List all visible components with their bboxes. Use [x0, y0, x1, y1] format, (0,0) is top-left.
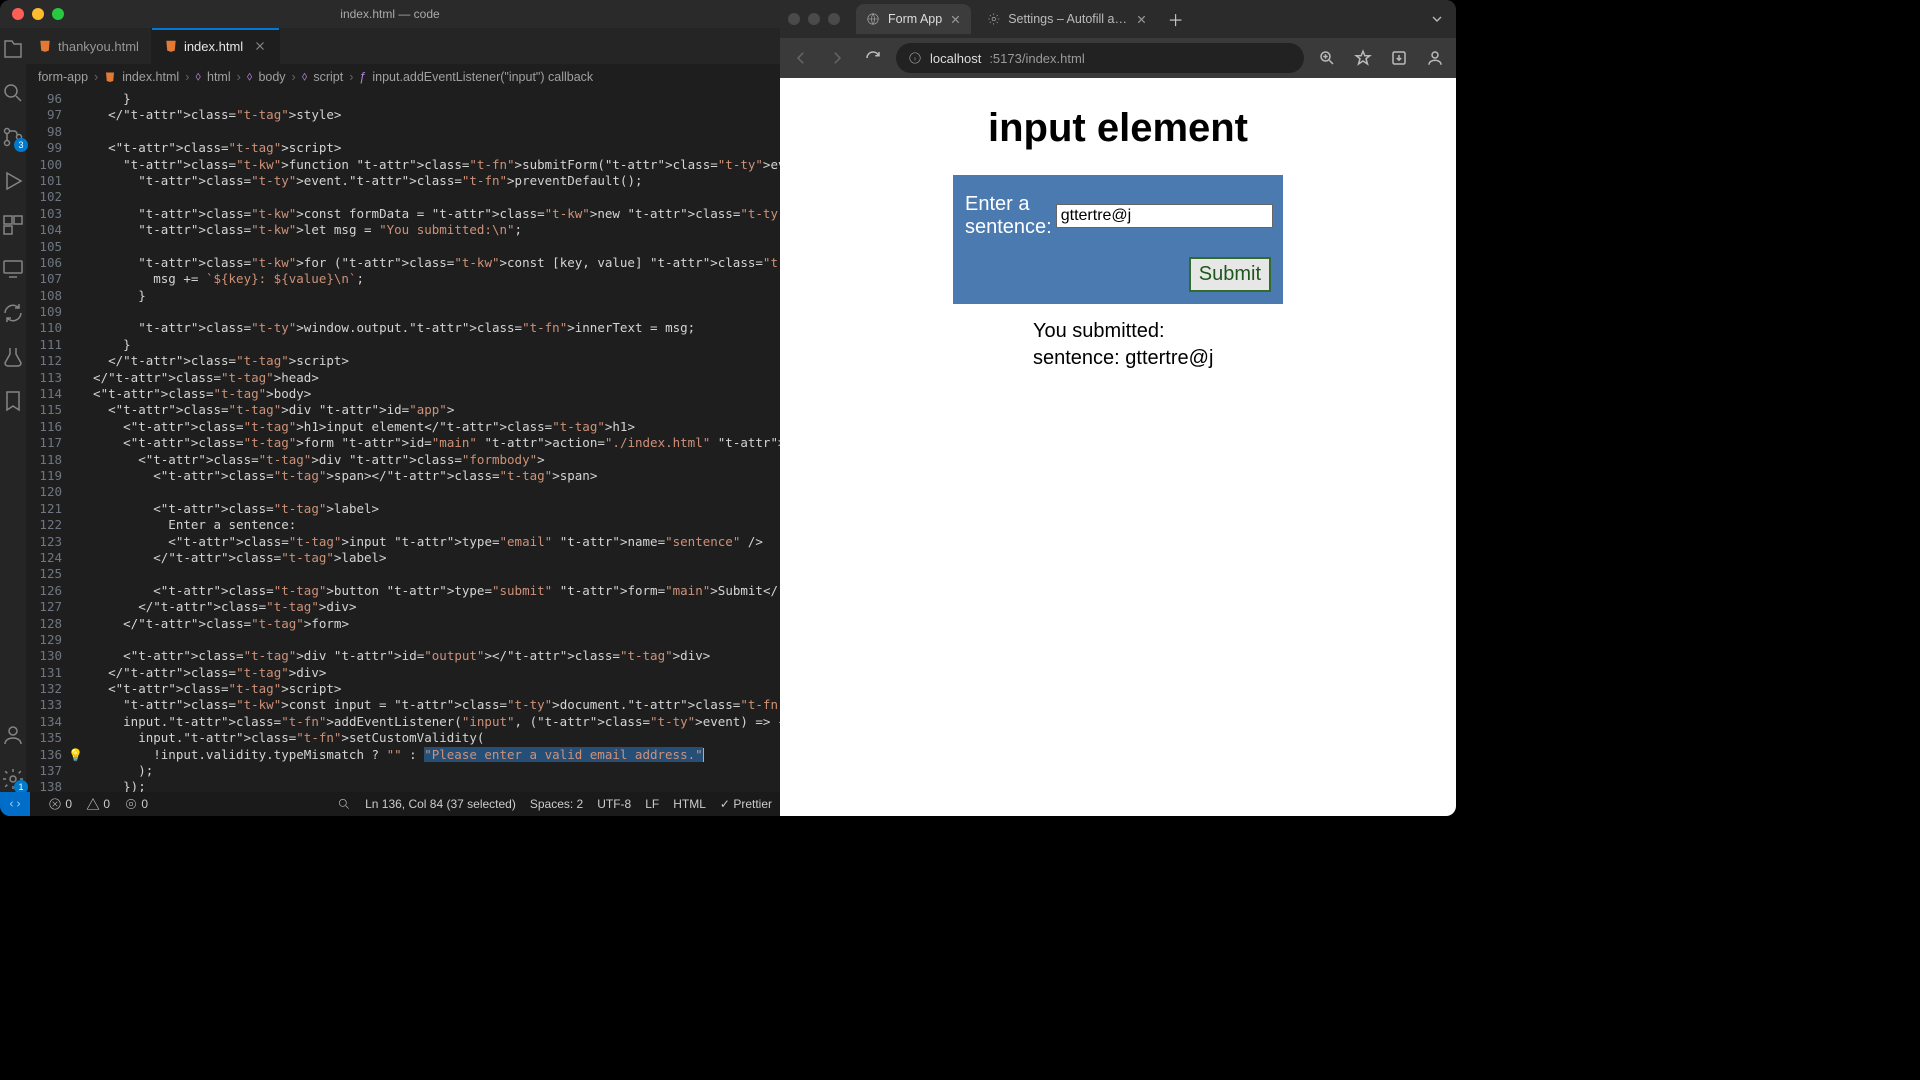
status-spaces[interactable]: Spaces: 2	[530, 797, 583, 811]
lightbulb-icon[interactable]: 💡	[68, 747, 83, 763]
editor-tabs: thankyou.html index.html	[26, 28, 780, 64]
status-eol[interactable]: LF	[645, 797, 659, 811]
zoom-icon[interactable]	[1314, 45, 1340, 71]
back-button[interactable]	[788, 45, 814, 71]
minimize-window-button[interactable]	[808, 13, 820, 25]
output-text: You submitted: sentence: gttertre@j	[953, 318, 1283, 372]
form-container: Enter a sentence: Submit	[953, 175, 1283, 304]
vscode-body: 3 1 thankyou.html index.html	[0, 28, 780, 792]
vscode-window: index.html — code 3 1 thankyou.html	[0, 0, 780, 816]
status-search[interactable]	[337, 797, 351, 812]
run-debug-icon[interactable]	[0, 168, 26, 194]
accounts-icon[interactable]	[0, 722, 26, 748]
output-line: You submitted:	[1033, 318, 1283, 345]
tab-label: Settings – Autofill and passw	[1008, 12, 1128, 26]
breadcrumbs[interactable]: form-app› index.html› ⬨html› ⬨body› ⬨scr…	[26, 64, 780, 90]
activity-bar: 3 1	[0, 28, 26, 792]
maximize-window-button[interactable]	[828, 13, 840, 25]
crumb[interactable]: form-app	[38, 70, 88, 84]
settings-gear-icon[interactable]: 1	[0, 766, 26, 792]
status-warnings[interactable]: 0	[86, 797, 110, 812]
tab-thankyou[interactable]: thankyou.html	[26, 28, 152, 64]
html-file-icon	[38, 39, 52, 53]
explorer-icon[interactable]	[0, 36, 26, 62]
url-host: localhost	[930, 51, 981, 66]
window-controls	[788, 13, 840, 25]
site-info-icon[interactable]	[908, 51, 922, 65]
address-bar[interactable]: localhost :5173/index.html	[896, 43, 1304, 73]
tab-label: thankyou.html	[58, 39, 139, 54]
status-cursor[interactable]: Ln 136, Col 84 (37 selected)	[365, 797, 516, 811]
vscode-titlebar: index.html — code	[0, 0, 780, 28]
tab-label: Form App	[888, 12, 942, 26]
html-file-icon	[164, 39, 178, 53]
browser-tabstrip: Form App ✕ Settings – Autofill and passw…	[780, 0, 1456, 38]
status-language[interactable]: HTML	[673, 797, 706, 811]
url-rest: :5173/index.html	[989, 51, 1084, 66]
crumb[interactable]: input.addEventListener("input") callback	[372, 70, 593, 84]
globe-icon	[866, 12, 880, 26]
form-row: Enter a sentence:	[965, 193, 1271, 239]
output-line: sentence: gttertre@j	[1033, 345, 1283, 372]
crumb[interactable]: index.html	[122, 70, 179, 84]
code-editor[interactable]: 9697989910010110210310410510610710810911…	[26, 90, 780, 792]
status-formatter[interactable]: Prettier	[720, 797, 772, 811]
profile-avatar-icon[interactable]	[1422, 45, 1448, 71]
gear-icon	[987, 12, 1001, 26]
crumb[interactable]: html	[207, 70, 231, 84]
sentence-label: Enter a sentence:	[965, 193, 1052, 239]
remote-indicator[interactable]	[0, 792, 30, 816]
forward-button[interactable]	[824, 45, 850, 71]
sync-icon[interactable]	[0, 300, 26, 326]
browser-toolbar: localhost :5173/index.html	[780, 38, 1456, 78]
page-heading: input element	[988, 106, 1248, 151]
tab-overflow-icon[interactable]	[1426, 8, 1448, 30]
crumb[interactable]: body	[258, 70, 285, 84]
remote-explorer-icon[interactable]	[0, 256, 26, 282]
status-port[interactable]: 0	[124, 797, 148, 812]
line-numbers: 9697989910010110210310410510610710810911…	[26, 90, 78, 792]
browser-window: Form App ✕ Settings – Autofill and passw…	[780, 0, 1456, 816]
reload-button[interactable]	[860, 45, 886, 71]
status-errors[interactable]: 0	[48, 797, 72, 812]
search-icon[interactable]	[0, 80, 26, 106]
new-tab-button[interactable]: ＋	[1163, 6, 1189, 32]
code-content[interactable]: } </"t-attr">class="t-tag">style> <"t-at…	[78, 90, 780, 792]
crumb[interactable]: script	[313, 70, 343, 84]
window-title: index.html — code	[0, 7, 780, 21]
close-tab-icon[interactable]	[253, 39, 267, 53]
close-tab-icon[interactable]: ✕	[1136, 12, 1146, 27]
tab-index[interactable]: index.html	[152, 28, 280, 64]
extensions-icon[interactable]	[0, 212, 26, 238]
browser-tab-formapp[interactable]: Form App ✕	[856, 4, 971, 34]
install-app-icon[interactable]	[1386, 45, 1412, 71]
testing-icon[interactable]	[0, 344, 26, 370]
sentence-input[interactable]	[1056, 204, 1273, 228]
bookmark-star-icon[interactable]	[1350, 45, 1376, 71]
status-encoding[interactable]: UTF-8	[597, 797, 631, 811]
source-control-icon[interactable]: 3	[0, 124, 26, 150]
rendered-page: input element Enter a sentence: Submit Y…	[780, 78, 1456, 816]
bookmark-icon[interactable]	[0, 388, 26, 414]
submit-button[interactable]: Submit	[1189, 257, 1271, 292]
close-window-button[interactable]	[788, 13, 800, 25]
status-bar: 0 0 0 Ln 136, Col 84 (37 selected) Space…	[0, 792, 780, 816]
close-tab-icon[interactable]: ✕	[950, 12, 960, 27]
browser-tab-settings[interactable]: Settings – Autofill and passw ✕	[977, 4, 1157, 34]
tab-label: index.html	[184, 39, 243, 54]
editor-area: thankyou.html index.html form-app› index…	[26, 28, 780, 792]
html-file-icon	[104, 71, 116, 83]
